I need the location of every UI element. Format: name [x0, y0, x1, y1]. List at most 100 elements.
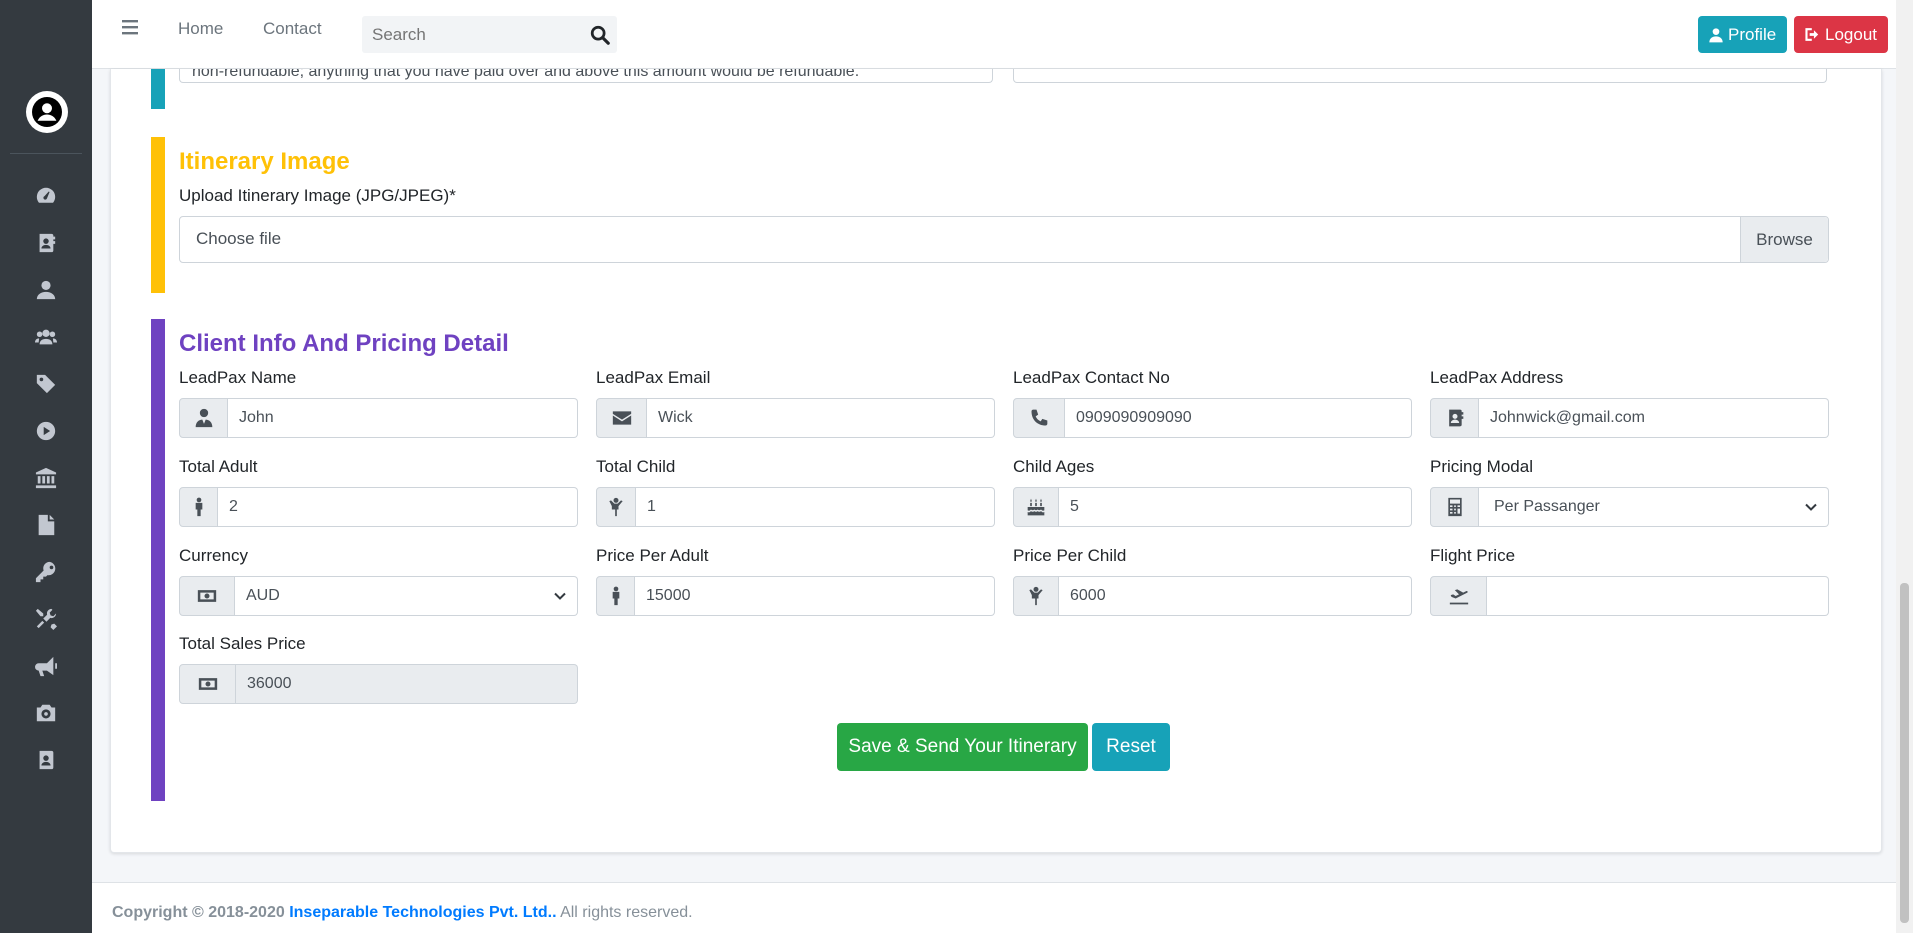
- currency-select[interactable]: AUD: [235, 576, 578, 616]
- tag-icon[interactable]: [34, 372, 58, 396]
- prev-section-accent: [151, 69, 165, 109]
- sidebar: [0, 0, 92, 933]
- chevron-down-icon: [554, 592, 566, 600]
- leadpax-name-label: LeadPax Name: [179, 368, 297, 387]
- sign-out-icon: [1805, 28, 1819, 41]
- page-footer: Copyright © 2018-2020 Inseparable Techno…: [92, 882, 1896, 933]
- bullhorn-icon[interactable]: [34, 654, 58, 678]
- plane-departure-icon: [1430, 576, 1487, 616]
- chevron-down-icon: [1805, 503, 1817, 511]
- pricing-modal-group: Per Passanger: [1430, 487, 1829, 527]
- total-child-label: Total Child: [596, 457, 676, 476]
- search-input[interactable]: [362, 16, 562, 53]
- camera-icon[interactable]: [34, 701, 58, 725]
- total-adult-group: 2: [179, 487, 578, 527]
- leadpax-name-group: John: [179, 398, 578, 438]
- bank-icon[interactable]: [34, 466, 58, 490]
- footer-copyright: Copyright © 2018-2020: [112, 904, 285, 921]
- itinerary-file-input[interactable]: Choose file Browse: [179, 216, 1829, 263]
- address-card-icon: [1430, 398, 1479, 438]
- logout-button[interactable]: Logout: [1794, 16, 1888, 53]
- search-icon[interactable]: [589, 24, 611, 46]
- upload-itinerary-label: Upload Itinerary Image (JPG/JPEG)*: [179, 186, 456, 205]
- user-icon: [1709, 27, 1723, 42]
- child-ages-group: 5: [1013, 487, 1412, 527]
- leadpax-email-group: Wick: [596, 398, 995, 438]
- logout-label: Logout: [1825, 24, 1877, 44]
- price-per-adult-label: Price Per Adult: [596, 546, 709, 565]
- price-per-child-input[interactable]: 6000: [1059, 576, 1412, 616]
- price-per-adult-group: 15000: [596, 576, 995, 616]
- total-child-input[interactable]: 1: [636, 487, 995, 527]
- file-icon[interactable]: [34, 513, 58, 537]
- users-icon[interactable]: [34, 325, 58, 349]
- total-adult-input[interactable]: 2: [218, 487, 578, 527]
- page-scrollbar[interactable]: [1896, 0, 1913, 933]
- leadpax-email-label: LeadPax Email: [596, 368, 711, 387]
- leadpax-contact-group: 0909090909090: [1013, 398, 1412, 438]
- nav-home-link[interactable]: Home: [178, 19, 223, 39]
- leadpax-name-input[interactable]: John: [228, 398, 578, 438]
- profile-button[interactable]: Profile: [1698, 16, 1787, 53]
- contact-card-icon[interactable]: [34, 748, 58, 772]
- save-send-itinerary-button[interactable]: Save & Send Your Itinerary: [837, 723, 1088, 771]
- itinerary-image-title: Itinerary Image: [179, 148, 350, 175]
- birthday-cake-icon: [1013, 487, 1059, 527]
- play-circle-icon[interactable]: [34, 419, 58, 443]
- money-bill-icon: [179, 664, 236, 704]
- leadpax-contact-input[interactable]: 0909090909090: [1065, 398, 1412, 438]
- price-per-child-label: Price Per Child: [1013, 546, 1127, 565]
- currency-group: AUD: [179, 576, 578, 616]
- child-icon: [1013, 576, 1059, 616]
- footer-text: Copyright © 2018-2020 Inseparable Techno…: [112, 904, 693, 922]
- leadpax-address-label: LeadPax Address: [1430, 368, 1564, 387]
- pricing-modal-value: Per Passanger: [1494, 498, 1600, 515]
- male-icon: [179, 487, 218, 527]
- navbar-search: [362, 16, 617, 53]
- money-bill-icon: [179, 576, 235, 616]
- child-icon: [596, 487, 636, 527]
- address-book-icon[interactable]: [34, 231, 58, 255]
- envelope-icon: [596, 398, 647, 438]
- child-ages-label: Child Ages: [1013, 457, 1095, 476]
- tools-icon[interactable]: [34, 607, 58, 631]
- client-info-title: Client Info And Pricing Detail: [179, 330, 509, 357]
- pricing-modal-select[interactable]: Per Passanger: [1479, 487, 1829, 527]
- flight-price-input[interactable]: [1487, 576, 1829, 616]
- flight-price-label: Flight Price: [1430, 546, 1516, 565]
- total-adult-label: Total Adult: [179, 457, 258, 476]
- currency-label: Currency: [179, 546, 248, 565]
- tachometer-icon[interactable]: [34, 184, 58, 208]
- scrollbar-thumb[interactable]: [1900, 583, 1909, 923]
- itinerary-section-accent: [151, 137, 165, 293]
- sidebar-divider: [10, 153, 82, 154]
- prev-textarea-text: non-refundable; anything that you have p…: [192, 69, 860, 80]
- total-sales-price-input[interactable]: 36000: [236, 664, 578, 704]
- price-per-child-group: 6000: [1013, 576, 1412, 616]
- reset-button[interactable]: Reset: [1092, 723, 1170, 771]
- client-section-accent: [151, 319, 165, 801]
- leadpax-email-input[interactable]: Wick: [647, 398, 995, 438]
- hamburger-menu-icon[interactable]: [122, 18, 140, 36]
- key-icon[interactable]: [34, 560, 58, 584]
- currency-value: AUD: [246, 587, 280, 604]
- prev-textarea-right[interactable]: [1013, 69, 1827, 83]
- browse-button[interactable]: Browse: [1740, 217, 1828, 262]
- total-sales-price-group: 36000: [179, 664, 578, 704]
- leadpax-contact-label: LeadPax Contact No: [1013, 368, 1170, 387]
- user-avatar[interactable]: [26, 91, 68, 133]
- calculator-icon: [1430, 487, 1479, 527]
- user-icon[interactable]: [34, 278, 58, 302]
- footer-rights: All rights reserved.: [560, 904, 693, 921]
- leadpax-address-input[interactable]: Johnwick@gmail.com: [1479, 398, 1829, 438]
- file-input-text: Choose file: [196, 229, 282, 248]
- footer-company-link[interactable]: Inseparable Technologies Pvt. Ltd..: [289, 904, 556, 921]
- user-tie-icon: [179, 398, 228, 438]
- user-avatar-icon: [32, 97, 62, 127]
- phone-icon: [1013, 398, 1065, 438]
- prev-textarea-left[interactable]: non-refundable; anything that you have p…: [179, 69, 993, 83]
- nav-contact-link[interactable]: Contact: [263, 19, 322, 39]
- itinerary-form-card: non-refundable; anything that you have p…: [110, 69, 1882, 853]
- price-per-adult-input[interactable]: 15000: [635, 576, 995, 616]
- child-ages-input[interactable]: 5: [1059, 487, 1412, 527]
